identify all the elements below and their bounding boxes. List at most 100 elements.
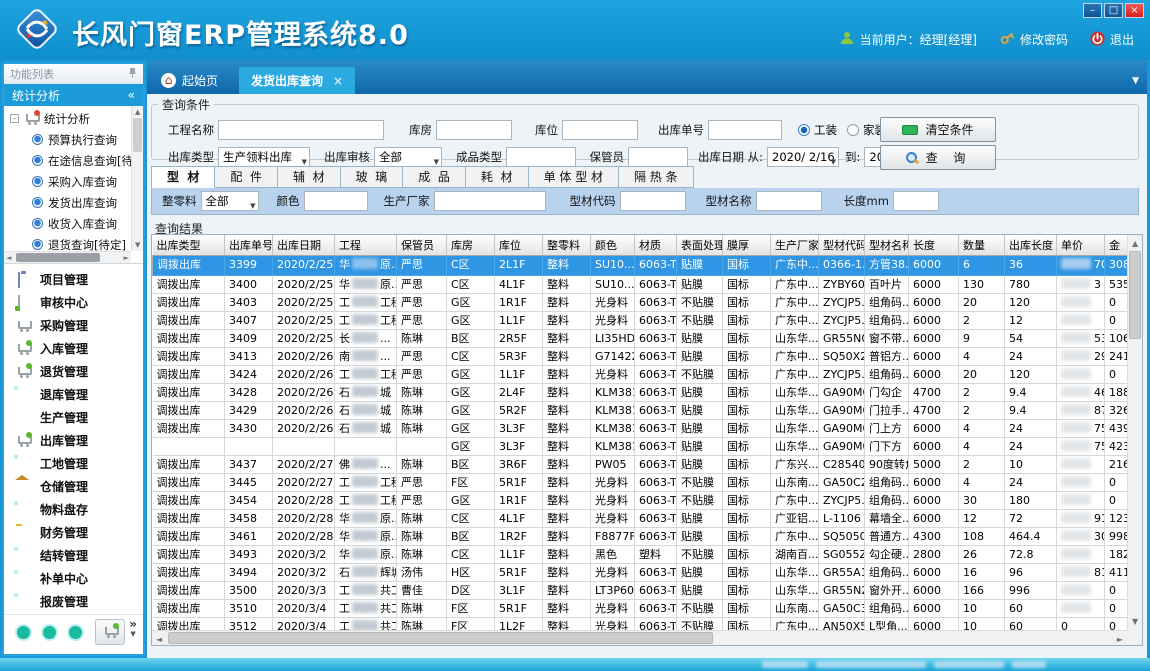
tab-home[interactable]: ⌂ 起始页: [149, 67, 230, 94]
table-row[interactable]: 调拨出库34032020/2/25工工程严思G区1R1F整料光身料6063-T5…: [153, 293, 1128, 311]
table-row[interactable]: 调拨出库34302020/2/26石城陈琳G区3L3F整料KLM38176063…: [153, 419, 1128, 437]
sidebar-item-worksite[interactable]: 工地管理: [4, 452, 143, 475]
column-header[interactable]: 出库日期: [273, 235, 335, 255]
column-header[interactable]: 出库单号: [225, 235, 273, 255]
profile-code-input[interactable]: [620, 191, 686, 211]
location-input[interactable]: [562, 120, 638, 140]
tree-item-shipping-outbound-query[interactable]: 发货出库查询: [10, 192, 131, 213]
tab-auxiliary[interactable]: 辅 材: [278, 166, 341, 188]
tree-vertical-scrollbar[interactable]: ▲ ▼: [131, 106, 143, 251]
close-button[interactable]: ×: [1125, 3, 1144, 18]
sidebar-item-returns[interactable]: 退货管理: [4, 360, 143, 383]
column-header[interactable]: 单价: [1057, 235, 1105, 255]
change-password-button[interactable]: 修改密码: [999, 30, 1068, 49]
date-from-select[interactable]: 2020/ 2/16: [767, 147, 839, 167]
table-row[interactable]: 调拨出库33992020/2/25华原...严思C区2L1F整料SU10...6…: [153, 255, 1128, 275]
column-header[interactable]: 金: [1105, 235, 1128, 255]
table-row[interactable]: 调拨出库34942020/3/2石辉城汤伟H区5R1F整料光身料6063-T5贴…: [153, 563, 1128, 581]
radio-home[interactable]: [847, 124, 859, 136]
column-header[interactable]: 出库类型: [153, 235, 225, 255]
sidebar-item-inbound[interactable]: 入库管理: [4, 337, 143, 360]
sidebar-item-audit[interactable]: 审核中心: [4, 291, 143, 314]
tab-list-dropdown-icon[interactable]: ▼: [1132, 76, 1139, 86]
profile-name-input[interactable]: [756, 191, 822, 211]
toolbar-cart-button[interactable]: [95, 619, 125, 645]
table-row[interactable]: 调拨出库34932020/3/2华原...陈琳C区1L1F整料黑色塑料不贴膜国标…: [153, 545, 1128, 563]
column-header[interactable]: 型材代码: [819, 235, 865, 255]
tab-single-profile[interactable]: 单 体 型 材: [529, 166, 619, 188]
logout-button[interactable]: 退出: [1090, 31, 1134, 49]
table-row[interactable]: 调拨出库34072020/2/25工工程严思G区1L1F整料光身料6063-T5…: [153, 311, 1128, 329]
tab-consumables[interactable]: 耗 材: [466, 166, 529, 188]
tab-thermal-strip[interactable]: 隔 热 条: [619, 166, 694, 188]
sidebar-item-warehouse[interactable]: 仓储管理: [4, 475, 143, 498]
sidebar-item-inventory[interactable]: 物料盘存: [4, 498, 143, 521]
tab-shipping-outbound-query[interactable]: 发货出库查询 ×: [239, 67, 355, 94]
column-header[interactable]: 型材名称: [865, 235, 909, 255]
table-row[interactable]: 调拨出库34292020/2/26石城陈琳G区5R2F整料KLM38176063…: [153, 401, 1128, 419]
tab-finished[interactable]: 成 品: [403, 166, 466, 188]
table-row[interactable]: 调拨出库35002020/3/3工共工程曹佳D区3L1F整料LT3P606063…: [153, 581, 1128, 599]
tree-item-receiving-inbound-query[interactable]: 收货入库查询: [10, 213, 131, 234]
radio-industrial[interactable]: [798, 124, 810, 136]
sidebar-item-scrap[interactable]: 报废管理: [4, 590, 143, 613]
tab-close-icon[interactable]: ×: [333, 74, 343, 88]
table-row[interactable]: 调拨出库34372020/2/27佛...陈琳B区3R6F整料PW056063-…: [153, 455, 1128, 473]
column-header[interactable]: 工程: [335, 235, 397, 255]
table-row[interactable]: 调拨出库34092020/2/25长...陈琳B区2R5F整料LI35HD606…: [153, 329, 1128, 347]
maximize-button[interactable]: □: [1104, 3, 1123, 18]
search-button[interactable]: 查 询: [880, 145, 996, 170]
project-name-input[interactable]: [218, 120, 384, 140]
tab-accessories[interactable]: 配 件: [215, 166, 278, 188]
toolbar-circle-icon[interactable]: [69, 626, 82, 639]
sidebar-item-return-store[interactable]: 退库管理: [4, 383, 143, 406]
column-header[interactable]: 表面处理: [677, 235, 723, 255]
outbound-type-select[interactable]: 生产领料出库: [218, 147, 310, 167]
column-header[interactable]: 库位: [495, 235, 543, 255]
column-header[interactable]: 数量: [959, 235, 1005, 255]
table-row[interactable]: G区3L3F整料KLM38176063-T5贴膜国标山东华...GA90M09.…: [153, 437, 1128, 455]
pin-icon[interactable]: [128, 67, 137, 81]
table-row[interactable]: 调拨出库34452020/2/27工工程严思F区5R1F整料光身料6063-T5…: [153, 473, 1128, 491]
table-row[interactable]: 调拨出库34612020/2/28华原...陈琳B区1R2F整料F8877FT6…: [153, 527, 1128, 545]
column-header[interactable]: 整零料: [543, 235, 591, 255]
tree-item-budget-query[interactable]: 预算执行查询: [10, 129, 131, 150]
statistics-section-header[interactable]: 统计分析 «: [4, 84, 143, 106]
table-row[interactable]: 调拨出库35102020/3/4工共工程陈琳F区5R1F整料光身料6063-T5…: [153, 599, 1128, 617]
tab-glass[interactable]: 玻 璃: [341, 166, 404, 188]
grid-vertical-scrollbar[interactable]: ▲ ▼: [1127, 235, 1142, 630]
warehouse-input[interactable]: [436, 120, 512, 140]
column-header[interactable]: 出库长度: [1005, 235, 1057, 255]
column-header[interactable]: 材质: [635, 235, 677, 255]
toolbar-overflow-button[interactable]: » ▼: [129, 619, 137, 639]
whole-part-select[interactable]: 全部: [201, 191, 259, 211]
table-row[interactable]: 调拨出库34242020/2/26工工程严思G区1L1F整料光身料6063-T5…: [153, 365, 1128, 383]
manufacturer-input[interactable]: [434, 191, 546, 211]
sidebar-item-carryover[interactable]: 结转管理: [4, 544, 143, 567]
product-type-input[interactable]: [506, 147, 576, 167]
tree-item-purchase-inbound-query[interactable]: 采购入库查询: [10, 171, 131, 192]
grid-horizontal-scrollbar[interactable]: ◄ ►: [152, 630, 1127, 645]
order-no-input[interactable]: [708, 120, 782, 140]
keeper-input[interactable]: [628, 147, 688, 167]
column-header[interactable]: 膜厚: [723, 235, 771, 255]
sidebar-item-project[interactable]: 项目管理: [4, 268, 143, 291]
sidebar-item-outbound[interactable]: 出库管理: [4, 429, 143, 452]
sidebar-item-finance[interactable]: 财务管理: [4, 521, 143, 544]
minimize-button[interactable]: –: [1083, 3, 1102, 18]
column-header[interactable]: 颜色: [591, 235, 635, 255]
clear-conditions-button[interactable]: 清空条件: [880, 117, 996, 142]
toolbar-circle-icon[interactable]: [43, 626, 56, 639]
tree-item-return-query[interactable]: 退货查询[待定]: [10, 234, 131, 251]
column-header[interactable]: 生产厂家: [771, 235, 819, 255]
table-row[interactable]: 调拨出库34132020/2/26南...严思C区5R3F整料G71422606…: [153, 347, 1128, 365]
table-row[interactable]: 调拨出库35122020/3/4工共工程陈琳F区1L2F整料光身料6063-T5…: [153, 617, 1128, 630]
sidebar-item-purchasing[interactable]: 采购管理: [4, 314, 143, 337]
tree-expand-icon[interactable]: -: [10, 114, 19, 123]
tab-profile[interactable]: 型 材: [151, 166, 215, 188]
table-row[interactable]: 调拨出库34282020/2/26石城陈琳G区2L4F整料KLM38176063…: [153, 383, 1128, 401]
table-row[interactable]: 调拨出库34582020/2/28华原...陈琳C区4L1F整料光身料6063-…: [153, 509, 1128, 527]
collapse-icon[interactable]: «: [128, 88, 135, 102]
column-header[interactable]: 保管员: [397, 235, 447, 255]
tree-root-statistics[interactable]: - 统计分析: [10, 108, 131, 129]
